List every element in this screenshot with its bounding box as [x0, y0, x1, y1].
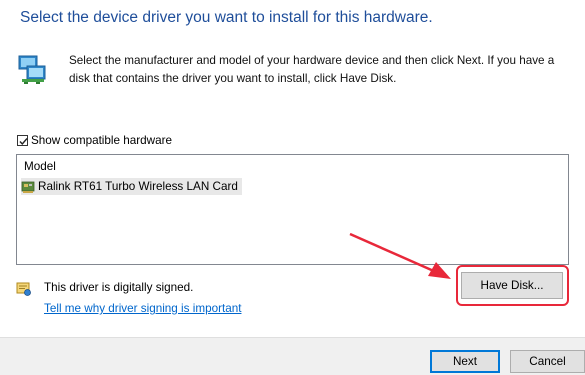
dialog-footer: Next Cancel	[0, 337, 585, 375]
next-button[interactable]: Next	[430, 350, 500, 373]
instructions-text: Select the manufacturer and model of you…	[69, 54, 555, 85]
show-compatible-hardware-label: Show compatible hardware	[31, 134, 172, 147]
page-title: Select the device driver you want to ins…	[20, 9, 433, 26]
network-adapter-icon	[18, 55, 46, 84]
show-compatible-hardware-checkbox[interactable]: Show compatible hardware	[17, 133, 172, 148]
cancel-button[interactable]: Cancel	[510, 350, 585, 373]
checkmark-icon	[19, 138, 28, 146]
network-card-icon	[21, 181, 35, 193]
signed-driver-icon	[16, 282, 31, 296]
model-listbox[interactable]: Model Ralink RT61 Turbo Wireless LAN Car…	[16, 154, 569, 265]
model-list-item-label: Ralink RT61 Turbo Wireless LAN Card	[38, 180, 238, 193]
model-column-header: Model	[24, 160, 56, 173]
checkbox-box[interactable]	[17, 135, 28, 146]
annotation-highlight-box	[456, 265, 569, 306]
signature-status-text: This driver is digitally signed.	[44, 281, 194, 294]
driver-signing-info-link[interactable]: Tell me why driver signing is important	[44, 302, 241, 315]
model-list-item[interactable]: Ralink RT61 Turbo Wireless LAN Card	[21, 178, 242, 195]
